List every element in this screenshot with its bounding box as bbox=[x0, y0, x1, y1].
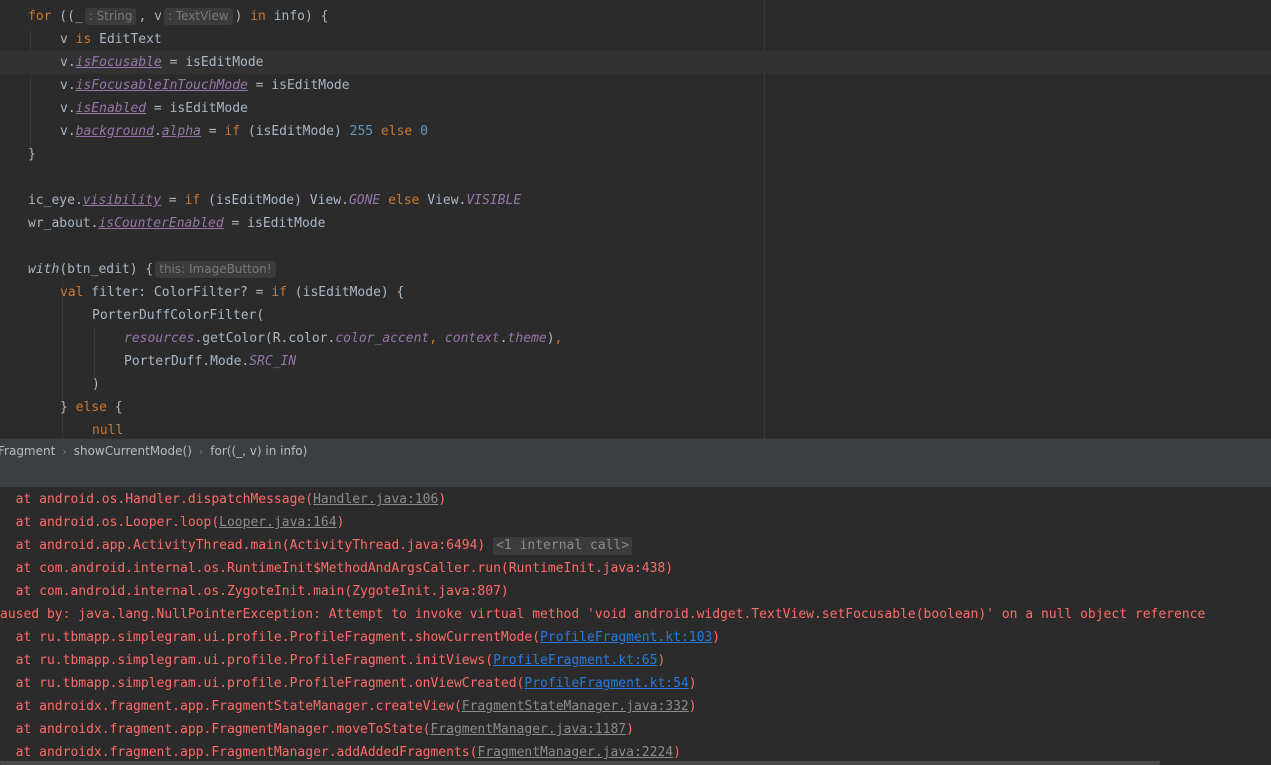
breadcrumb-loop[interactable]: for((_, v) in info) bbox=[210, 439, 307, 463]
log-text: ) bbox=[673, 745, 681, 760]
code-line-current[interactable]: v.isFocusable = isEditMode bbox=[0, 51, 1271, 74]
scrollbar-thumb[interactable] bbox=[0, 761, 1160, 765]
panel-divider[interactable] bbox=[0, 463, 1271, 488]
log-line: at androidx.fragment.app.FragmentManager… bbox=[0, 718, 634, 741]
code-line[interactable]: null bbox=[0, 419, 1271, 438]
code-line[interactable]: ) bbox=[0, 373, 1271, 396]
source-link[interactable]: FragmentManager.java:1187 bbox=[430, 722, 626, 737]
log-text: at ru.tbmapp.simplegram.ui.profile.Profi… bbox=[0, 630, 541, 645]
log-text: aused by: java.lang.NullPointerException… bbox=[0, 607, 1206, 622]
log-text: at android.os.Handler.dispatchMessage( bbox=[0, 492, 314, 507]
source-link[interactable]: Handler.java:106 bbox=[313, 492, 438, 507]
internal-call-badge[interactable]: <1 internal call> bbox=[493, 537, 633, 555]
code-line[interactable]: PorterDuffColorFilter( bbox=[0, 304, 1271, 327]
log-line: at com.android.internal.os.RuntimeInit$M… bbox=[0, 557, 673, 580]
source-link[interactable]: Looper.java:164 bbox=[219, 515, 336, 530]
log-text: ) bbox=[688, 676, 697, 691]
source-link[interactable]: FragmentManager.java:2224 bbox=[477, 745, 673, 760]
log-text: ) bbox=[626, 722, 634, 737]
code-line[interactable]: for ((_: String, v: TextView) in info) { bbox=[0, 5, 1271, 28]
type-hint-string: : String bbox=[84, 8, 137, 25]
log-text: ) bbox=[688, 699, 697, 714]
horizontal-scrollbar[interactable] bbox=[0, 760, 1271, 765]
log-text: at androidx.fragment.app.FragmentManager… bbox=[0, 745, 478, 760]
log-text: at com.android.internal.os.RuntimeInit$M… bbox=[0, 561, 674, 576]
source-link[interactable]: ProfileFragment.kt:65 bbox=[493, 653, 657, 668]
log-text: ) bbox=[657, 653, 666, 668]
log-text: at android.os.Looper.loop( bbox=[0, 515, 220, 530]
source-link[interactable]: ProfileFragment.kt:54 bbox=[524, 676, 688, 691]
code-line[interactable]: } else { bbox=[0, 396, 1271, 419]
code-editor[interactable]: for ((_: String, v: TextView) in info) {… bbox=[0, 0, 1271, 438]
chevron-right-icon: › bbox=[62, 445, 67, 458]
log-line: at android.app.ActivityThread.main(Activ… bbox=[0, 534, 633, 557]
logcat-console[interactable]: at android.os.Handler.dispatchMessage(Ha… bbox=[0, 488, 1271, 765]
log-line: at android.os.Handler.dispatchMessage(Ha… bbox=[0, 488, 447, 511]
receiver-hint: this: ImageButton! bbox=[155, 261, 276, 278]
log-text: at com.android.internal.os.ZygoteInit.ma… bbox=[0, 584, 509, 599]
log-text: ) bbox=[336, 515, 345, 530]
code-line[interactable]: v is EditText bbox=[0, 28, 1271, 51]
code-line[interactable]: PorterDuff.Mode.SRC_IN bbox=[0, 350, 1271, 373]
source-link[interactable]: ProfileFragment.kt:103 bbox=[540, 630, 712, 645]
log-line: at androidx.fragment.app.FragmentStateMa… bbox=[0, 695, 697, 718]
log-line: at ru.tbmapp.simplegram.ui.profile.Profi… bbox=[0, 649, 666, 672]
log-line: at com.android.internal.os.ZygoteInit.ma… bbox=[0, 580, 509, 603]
log-text: ) bbox=[712, 630, 721, 645]
source-link[interactable]: FragmentStateManager.java:332 bbox=[462, 699, 689, 714]
breadcrumb: Fragment › showCurrentMode() › for((_, v) in… bbox=[0, 438, 1271, 463]
code-line[interactable]: v.isFocusableInTouchMode = isEditMode bbox=[0, 74, 1271, 97]
log-text: at android.app.ActivityThread.main(Activ… bbox=[0, 538, 486, 553]
code-line[interactable]: with(btn_edit) {this: ImageButton! bbox=[0, 258, 1271, 281]
log-line: at ru.tbmapp.simplegram.ui.profile.Profi… bbox=[0, 672, 697, 695]
code-line[interactable]: v.background.alpha = if (isEditMode) 255… bbox=[0, 120, 1271, 143]
code-line[interactable]: v.isEnabled = isEditMode bbox=[0, 97, 1271, 120]
log-text: at androidx.fragment.app.FragmentManager… bbox=[0, 722, 431, 737]
code-line[interactable]: resources.getColor(R.color.color_accent,… bbox=[0, 327, 1271, 350]
log-text: at androidx.fragment.app.FragmentStateMa… bbox=[0, 699, 462, 714]
log-text: ) bbox=[438, 492, 447, 507]
breadcrumb-function[interactable]: showCurrentMode() bbox=[74, 439, 192, 463]
log-line: at android.os.Looper.loop(Looper.java:16… bbox=[0, 511, 345, 534]
code-line[interactable]: val filter: ColorFilter? = if (isEditMod… bbox=[0, 281, 1271, 304]
log-text: at ru.tbmapp.simplegram.ui.profile.Profi… bbox=[0, 676, 525, 691]
code-line[interactable]: wr_about.isCounterEnabled = isEditMode bbox=[0, 212, 1271, 235]
chevron-right-icon: › bbox=[198, 445, 204, 458]
log-line: at ru.tbmapp.simplegram.ui.profile.Profi… bbox=[0, 626, 720, 649]
log-line: aused by: java.lang.NullPointerException… bbox=[0, 603, 1205, 626]
type-hint-textview: : TextView bbox=[163, 8, 233, 25]
log-text: at ru.tbmapp.simplegram.ui.profile.Profi… bbox=[0, 653, 494, 668]
code-line[interactable]: ic_eye.visibility = if (isEditMode) View… bbox=[0, 189, 1271, 212]
breadcrumb-class[interactable]: Fragment bbox=[0, 439, 55, 463]
code-line[interactable]: } bbox=[0, 143, 1271, 166]
